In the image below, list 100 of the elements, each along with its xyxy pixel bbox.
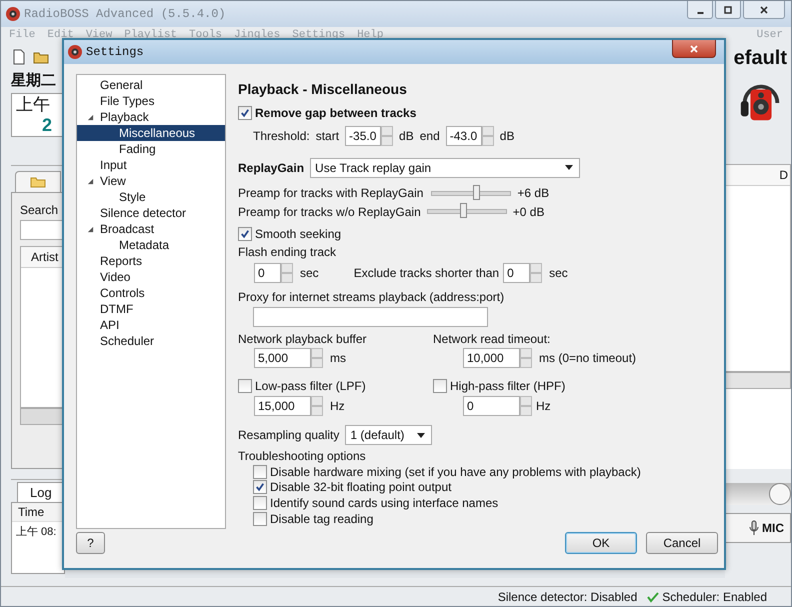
- dropdown-arrow-icon: [565, 165, 574, 170]
- dropdown-arrow-icon: [417, 432, 426, 438]
- unit-label: Hz: [330, 399, 345, 414]
- tree-item[interactable]: View: [77, 173, 225, 189]
- tree-item[interactable]: Style: [77, 189, 225, 205]
- start-label: start: [316, 128, 340, 143]
- preamp-reading: +6 dB: [517, 186, 550, 200]
- log-entry: 上午 08:: [15, 525, 58, 540]
- new-document-icon[interactable]: [11, 49, 27, 65]
- minimize-icon: [696, 12, 704, 14]
- timeout-field[interactable]: 10,000: [463, 348, 520, 368]
- unit-label: sec: [300, 266, 319, 280]
- buffer-field[interactable]: 5,000: [254, 348, 311, 368]
- horizontal-scrollbar[interactable]: [725, 372, 791, 389]
- folder-icon: [30, 176, 46, 188]
- high-pass-field[interactable]: 0: [463, 396, 520, 416]
- spinner-arrows[interactable]: [530, 262, 542, 283]
- tree-item[interactable]: Scheduler: [77, 333, 225, 349]
- option-checkbox[interactable]: Disable 32-bit floating point output: [238, 480, 641, 495]
- tree-item[interactable]: Broadcast: [77, 221, 225, 237]
- tree-item[interactable]: DTMF: [77, 301, 225, 317]
- tree-item[interactable]: Miscellaneous: [77, 125, 225, 141]
- status-text: Silence detector: Disabled: [498, 590, 638, 604]
- smooth-seeking-checkbox[interactable]: Smooth seeking: [238, 226, 641, 241]
- ok-button[interactable]: OK: [565, 532, 637, 554]
- low-pass-field[interactable]: 15,000: [254, 396, 311, 416]
- spinner-arrows[interactable]: [311, 348, 323, 368]
- check-icon: [239, 228, 251, 240]
- option-checkbox[interactable]: Disable tag reading: [238, 511, 641, 526]
- tree-item[interactable]: Silence detector: [77, 205, 225, 221]
- check-icon: [239, 107, 251, 120]
- exclude-label: Exclude tracks shorter than: [354, 266, 500, 280]
- search-field[interactable]: [20, 220, 64, 240]
- timeout-label: Network read timeout:: [433, 332, 550, 346]
- expand-arrow-icon: [87, 178, 94, 184]
- unit-label: dB: [500, 128, 514, 143]
- tree-item[interactable]: Controls: [77, 285, 225, 301]
- clock-date: 2: [41, 116, 54, 134]
- spinner-arrows[interactable]: [520, 348, 532, 368]
- mic-button[interactable]: MIC: [725, 513, 791, 543]
- proxy-field[interactable]: [253, 307, 488, 328]
- end-label: end: [420, 128, 440, 143]
- preamp-label: Preamp for tracks w/o ReplayGain: [238, 204, 421, 219]
- tree-item[interactable]: General: [77, 77, 225, 93]
- microphone-icon: [749, 520, 759, 536]
- cancel-button[interactable]: Cancel: [646, 532, 718, 554]
- help-button[interactable]: ?: [76, 532, 105, 554]
- tree-item[interactable]: API: [77, 317, 225, 333]
- close-button[interactable]: [672, 40, 716, 58]
- flash-seconds-field[interactable]: 0: [254, 262, 281, 283]
- log-tab[interactable]: Log: [17, 482, 65, 502]
- window-title: RadioBOSS Advanced (5.5.4.0): [24, 7, 226, 21]
- spinner-arrows[interactable]: [482, 126, 494, 146]
- slider-thumb[interactable]: [472, 184, 480, 200]
- tree-item[interactable]: Input: [77, 157, 225, 173]
- option-checkbox[interactable]: Identify sound cards using interface names: [238, 496, 641, 510]
- option-checkbox[interactable]: Disable hardware mixing (set if you have any problems with playback): [238, 464, 641, 479]
- unit-label: dB: [399, 128, 414, 143]
- buffer-label: Network playback buffer: [238, 332, 368, 346]
- high-pass-checkbox[interactable]: High-pass filter (HPF): [433, 378, 566, 394]
- maximize-icon: [723, 4, 733, 14]
- clock-time: 上午: [16, 94, 51, 116]
- spinner-arrows[interactable]: [520, 396, 532, 416]
- spinner-arrows[interactable]: [281, 262, 293, 283]
- column-header[interactable]: Artist: [21, 247, 63, 268]
- horizontal-scrollbar[interactable]: [20, 408, 64, 425]
- expand-arrow-icon: [87, 226, 94, 232]
- unit-label: ms: [330, 351, 346, 366]
- tree-item[interactable]: Reports: [77, 253, 225, 269]
- replaygain-label: ReplayGain: [238, 160, 304, 175]
- speaker-icon: [5, 6, 21, 22]
- low-pass-checkbox[interactable]: Low-pass filter (LPF): [238, 378, 433, 394]
- volume-slider[interactable]: [769, 483, 791, 505]
- flash-label: Flash ending track: [238, 245, 336, 260]
- column-header[interactable]: Time: [12, 503, 64, 522]
- expand-arrow-icon: [87, 114, 94, 120]
- minimize-button[interactable]: [687, 1, 713, 19]
- spinner-arrows[interactable]: [311, 396, 323, 416]
- unit-label: ms (0=no timeout): [539, 351, 636, 366]
- close-button[interactable]: [743, 1, 785, 19]
- spinner-arrows[interactable]: [381, 126, 394, 146]
- profile-name: efault: [732, 47, 788, 70]
- remove-gap-checkbox[interactable]: Remove gap between tracks: [238, 106, 641, 121]
- unit-label: sec: [549, 266, 568, 280]
- dialog-title: Settings: [86, 45, 144, 59]
- column-header[interactable]: D: [726, 165, 790, 186]
- exclude-seconds-field[interactable]: 0: [503, 262, 530, 283]
- tree-item[interactable]: Video: [77, 269, 225, 285]
- tree-item[interactable]: Fading: [77, 141, 225, 157]
- tree-item[interactable]: Metadata: [77, 237, 225, 253]
- maximize-button[interactable]: [715, 1, 741, 19]
- resampling-dropdown[interactable]: 1 (default): [345, 425, 432, 446]
- search-label: Search: [20, 203, 60, 217]
- end-threshold-field[interactable]: -43.0: [446, 126, 482, 146]
- folder-tab[interactable]: [15, 171, 61, 192]
- replaygain-dropdown[interactable]: Use Track replay gain: [310, 158, 580, 178]
- tree-item[interactable]: File Types: [77, 93, 225, 109]
- start-threshold-field[interactable]: -35.0: [345, 126, 382, 146]
- tree-item[interactable]: Playback: [77, 109, 225, 125]
- slider-thumb[interactable]: [460, 203, 468, 218]
